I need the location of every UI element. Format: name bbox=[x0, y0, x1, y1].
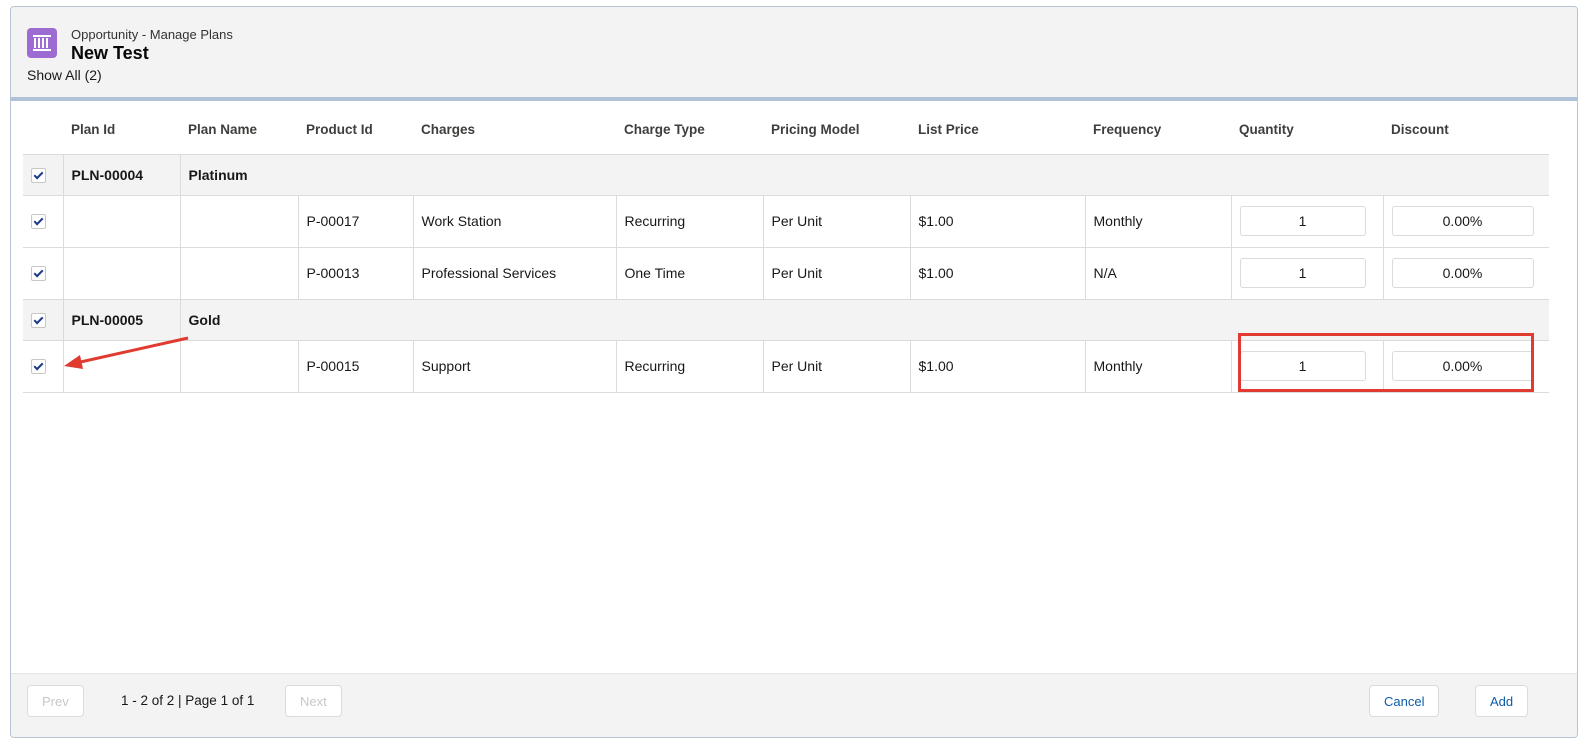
pagination-footer: Prev 1 - 2 of 2 | Page 1 of 1 Next Cance… bbox=[11, 673, 1577, 737]
frequency: N/A bbox=[1085, 247, 1232, 300]
manage-plans-window: Opportunity - Manage Plans New Test Show… bbox=[10, 6, 1578, 738]
charge-type: Recurring bbox=[616, 340, 764, 393]
quantity-input[interactable] bbox=[1239, 258, 1366, 288]
add-button[interactable]: Add bbox=[1475, 685, 1529, 717]
show-all-link[interactable]: Show All (2) bbox=[27, 67, 102, 83]
quantity-input[interactable] bbox=[1239, 351, 1366, 381]
discount-input[interactable] bbox=[1391, 258, 1534, 288]
plan-checkbox[interactable] bbox=[31, 167, 46, 183]
column-header[interactable]: List Price bbox=[910, 106, 1085, 155]
list-price: $1.00 bbox=[910, 247, 1086, 300]
frequency: Monthly bbox=[1085, 195, 1232, 248]
row-checkbox[interactable] bbox=[31, 359, 46, 375]
charge-name: Professional Services bbox=[413, 247, 617, 300]
charge-type: Recurring bbox=[616, 195, 764, 248]
plans-table: Plan Id Plan Name Product Id Charges Cha… bbox=[23, 106, 1549, 393]
discount-input[interactable] bbox=[1391, 351, 1534, 381]
row-checkbox[interactable] bbox=[31, 266, 46, 282]
charge-type: One Time bbox=[616, 247, 764, 300]
column-header[interactable]: Charges bbox=[413, 106, 616, 155]
plan-checkbox[interactable] bbox=[31, 312, 46, 328]
table-row: P-00017 Work Station Recurring Per Unit … bbox=[23, 195, 1549, 248]
prev-button[interactable]: Prev bbox=[27, 685, 84, 717]
plan-id: PLN-00005 bbox=[63, 299, 181, 341]
column-header[interactable]: Quantity bbox=[1231, 106, 1383, 155]
frequency: Monthly bbox=[1085, 340, 1232, 393]
product-id: P-00017 bbox=[298, 195, 414, 248]
column-header[interactable]: Discount bbox=[1383, 106, 1549, 155]
column-header[interactable]: Product Id bbox=[298, 106, 413, 155]
column-header[interactable]: Charge Type bbox=[616, 106, 763, 155]
discount-input[interactable] bbox=[1391, 206, 1534, 236]
charge-name: Work Station bbox=[413, 195, 617, 248]
charge-name: Support bbox=[413, 340, 617, 393]
product-id: P-00015 bbox=[298, 340, 414, 393]
select-column-header bbox=[23, 106, 63, 155]
list-price: $1.00 bbox=[910, 195, 1086, 248]
table-row: P-00013 Professional Services One Time P… bbox=[23, 247, 1549, 300]
column-header[interactable]: Frequency bbox=[1085, 106, 1231, 155]
record-name: New Test bbox=[71, 43, 149, 63]
quantity-input[interactable] bbox=[1239, 206, 1366, 236]
plan-name: Platinum bbox=[180, 154, 298, 196]
price-book-icon bbox=[27, 28, 57, 58]
list-price: $1.00 bbox=[910, 340, 1086, 393]
column-header[interactable]: Plan Id bbox=[63, 106, 180, 155]
column-header[interactable]: Pricing Model bbox=[763, 106, 910, 155]
object-name: Opportunity - Manage Plans bbox=[71, 27, 233, 42]
pricing-model: Per Unit bbox=[763, 247, 911, 300]
pricing-model: Per Unit bbox=[763, 340, 911, 393]
page-info: 1 - 2 of 2 | Page 1 of 1 bbox=[121, 693, 255, 708]
column-header[interactable]: Plan Name bbox=[180, 106, 298, 155]
plans-table-container: Plan Id Plan Name Product Id Charges Cha… bbox=[23, 106, 1549, 393]
plan-id: PLN-00004 bbox=[63, 154, 181, 196]
plan-group-row: PLN-00004 Platinum bbox=[23, 154, 1549, 196]
cancel-button[interactable]: Cancel bbox=[1369, 685, 1440, 717]
plan-group-row: PLN-00005 Gold bbox=[23, 299, 1549, 341]
pricing-model: Per Unit bbox=[763, 195, 911, 248]
plan-name: Gold bbox=[180, 299, 298, 341]
table-header-row: Plan Id Plan Name Product Id Charges Cha… bbox=[23, 106, 1549, 155]
table-row: P-00015 Support Recurring Per Unit $1.00… bbox=[23, 340, 1549, 393]
product-id: P-00013 bbox=[298, 247, 414, 300]
page-header: Opportunity - Manage Plans New Test Show… bbox=[11, 7, 1577, 101]
next-button[interactable]: Next bbox=[285, 685, 342, 717]
row-checkbox[interactable] bbox=[31, 214, 46, 230]
